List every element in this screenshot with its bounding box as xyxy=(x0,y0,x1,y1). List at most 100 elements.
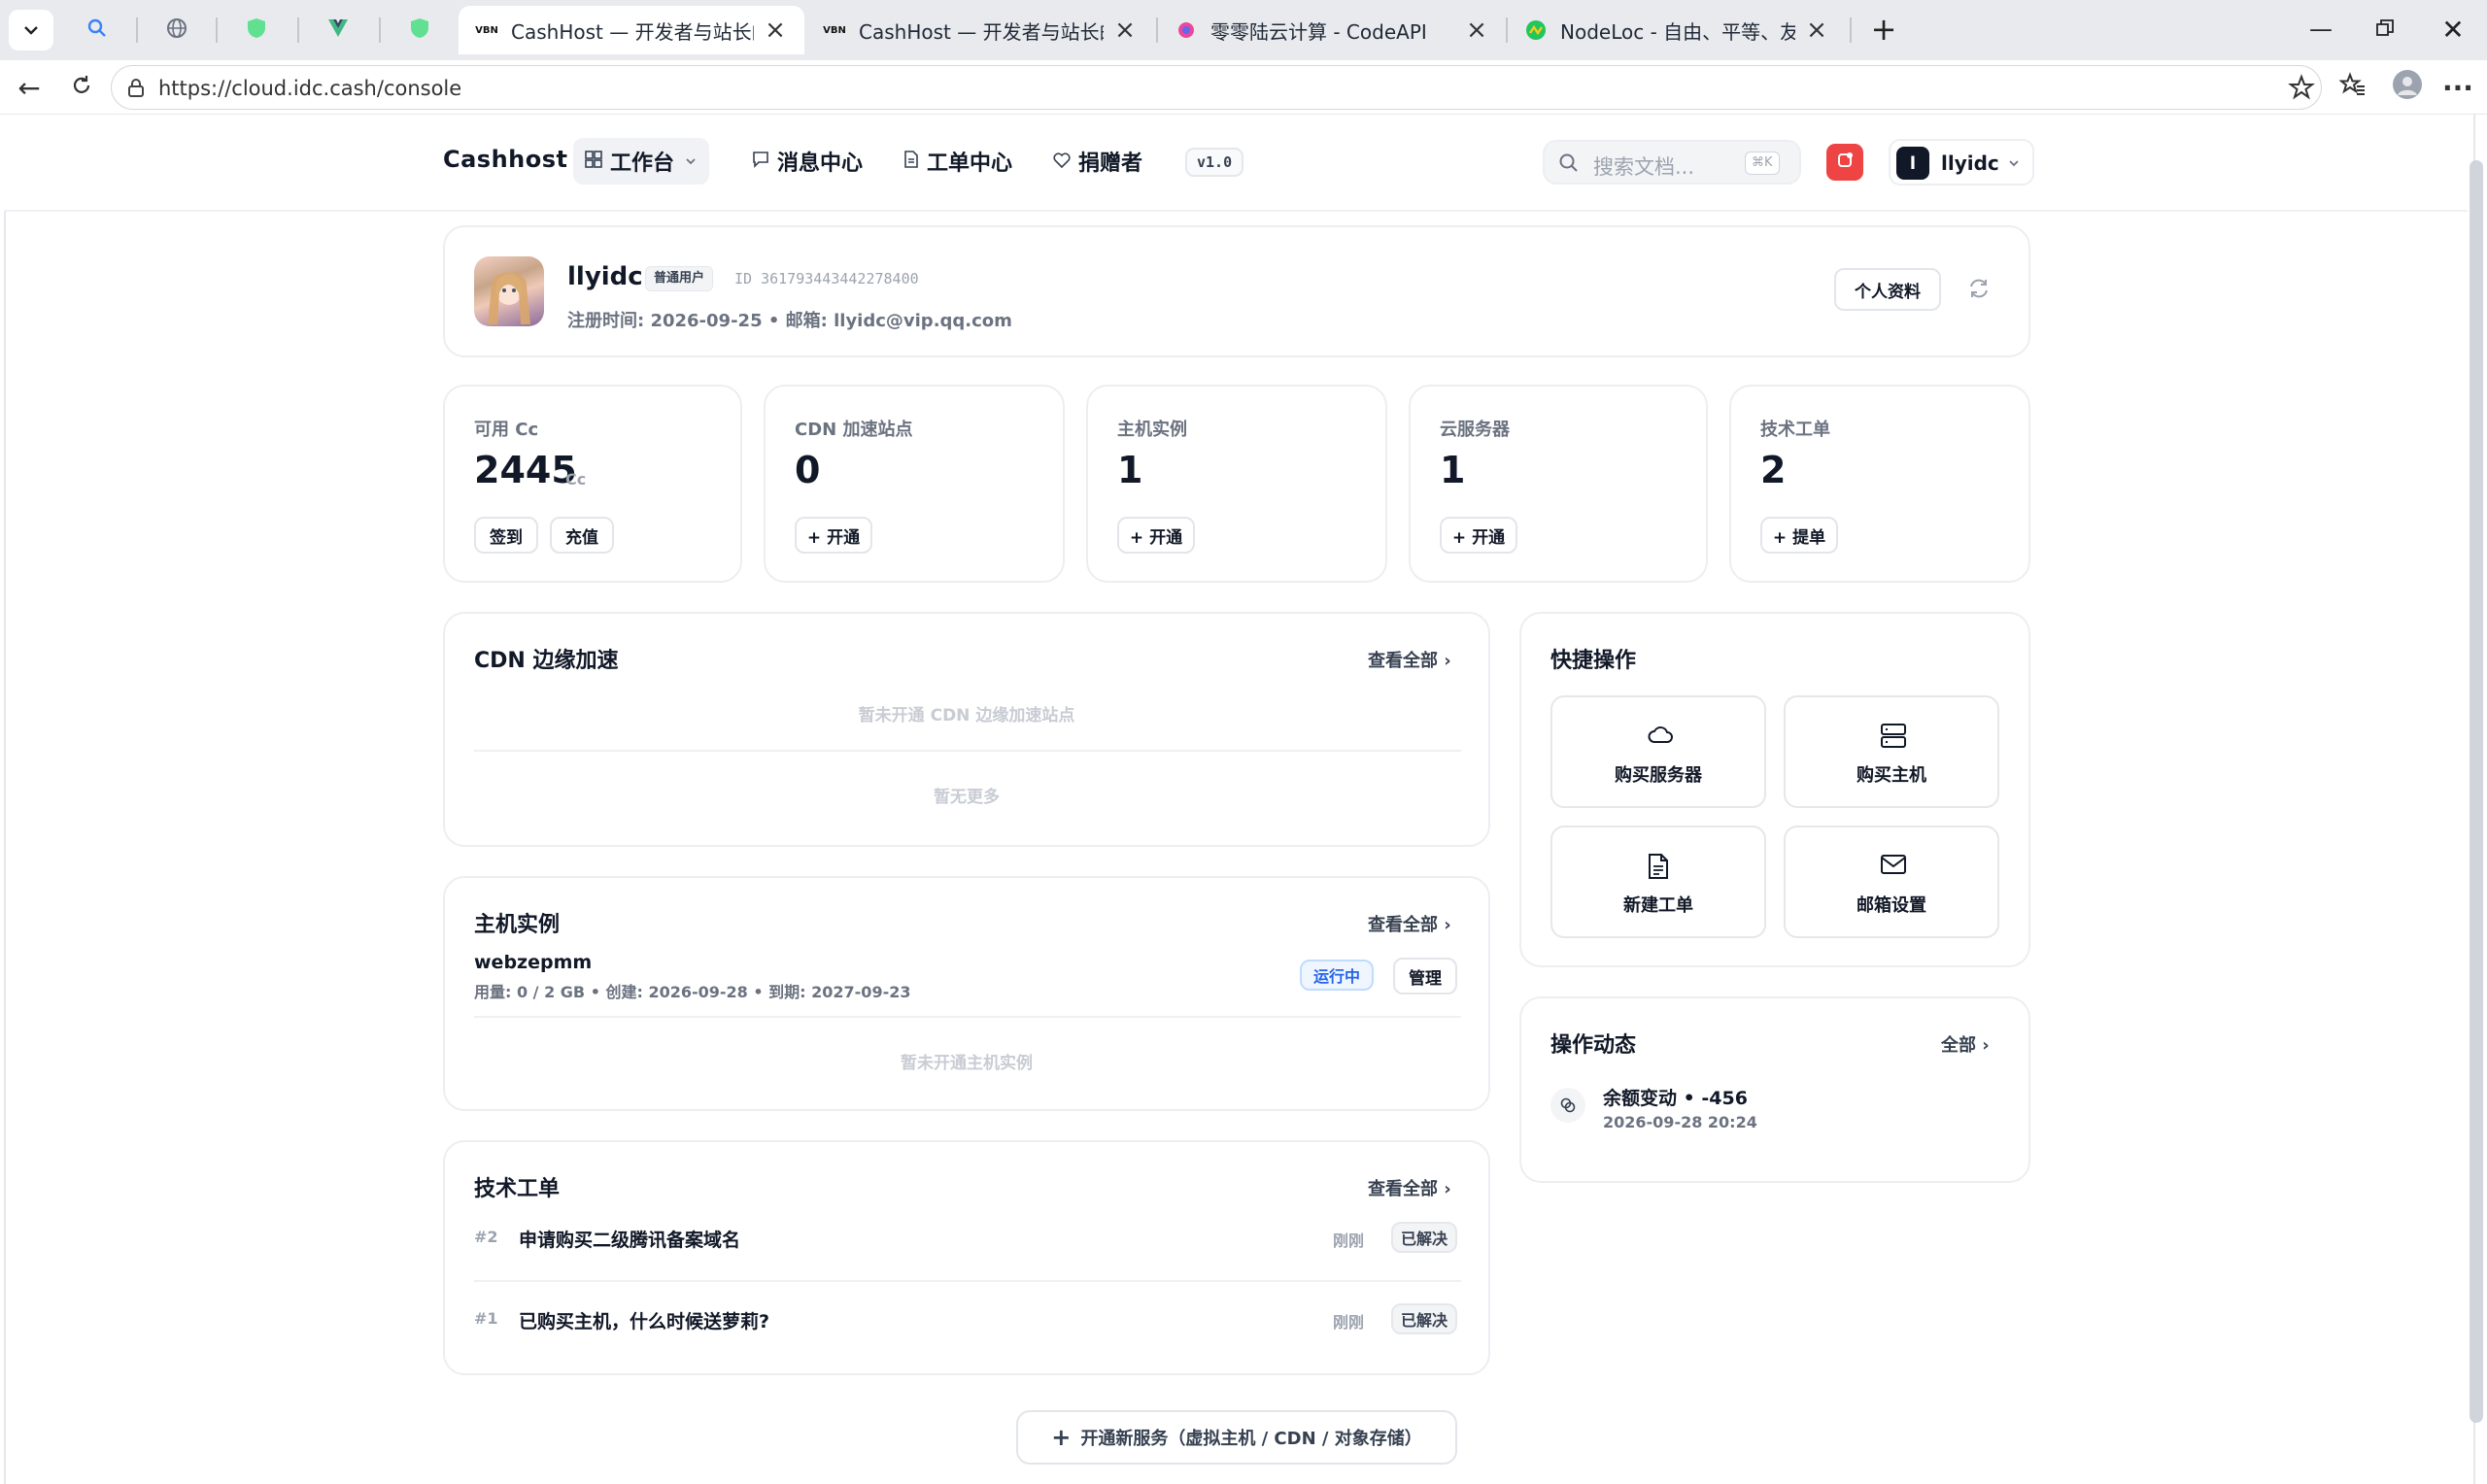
pinned-tab-globe[interactable] xyxy=(146,8,208,52)
stat-unit: Cc xyxy=(565,470,587,489)
new-tab-button[interactable]: + xyxy=(1850,0,1918,58)
ticket-number: #2 xyxy=(474,1228,498,1246)
scrollbar-thumb[interactable] xyxy=(2470,160,2483,1423)
close-icon: ✕ xyxy=(2441,13,2465,46)
open-new-service-label: 开通新服务（虚拟主机 / CDN / 对象存储） xyxy=(1080,1429,1422,1449)
open-cdn-button[interactable]: + 开通 xyxy=(795,517,872,554)
ticket-time: 刚刚 xyxy=(1333,1313,1365,1332)
tab-nodeloc[interactable]: NodeLoc - 自由、平等、友好、开放 × xyxy=(1508,6,1846,54)
search-input[interactable]: 搜索文档... ⌘K xyxy=(1543,140,1801,185)
status-badge: 已解决 xyxy=(1391,1303,1457,1334)
nav-tickets[interactable]: 工单中心 xyxy=(892,138,1024,185)
profile-name: llyidc xyxy=(567,262,643,291)
stat-label: CDN 加速站点 xyxy=(795,420,913,440)
pinned-tab-shield[interactable] xyxy=(225,8,288,52)
open-host-button[interactable]: + 开通 xyxy=(1117,517,1195,554)
stat-value: 2 xyxy=(1760,449,1787,491)
favorites-icon xyxy=(2338,71,2367,105)
stat-card-hosts: 主机实例 1 + 开通 xyxy=(1086,385,1387,583)
view-all-link[interactable]: 查看全部 › xyxy=(1368,647,1451,672)
open-server-button[interactable]: + 开通 xyxy=(1440,517,1517,554)
manage-button[interactable]: 管理 xyxy=(1393,958,1457,995)
host-name[interactable]: webzepmm xyxy=(474,952,592,973)
plus-icon: + xyxy=(1870,11,1897,48)
nav-workspace-label: 工作台 xyxy=(610,152,675,176)
browser-toolbar: ← https://cloud.idc.cash/console ··· xyxy=(0,60,2487,115)
close-icon[interactable]: × xyxy=(1113,16,1137,45)
tab-actions-button[interactable] xyxy=(0,8,62,52)
more-button[interactable]: ··· xyxy=(2436,66,2479,109)
address-bar[interactable]: https://cloud.idc.cash/console xyxy=(111,65,2322,110)
user-menu[interactable]: l llyidc xyxy=(1889,139,2034,186)
close-icon[interactable]: × xyxy=(1465,16,1488,45)
tab-codeapi[interactable]: 零零陆云计算 - CodeAPI × xyxy=(1158,6,1506,54)
refresh-icon[interactable] xyxy=(1966,276,1992,305)
avatar-icon xyxy=(2392,69,2423,107)
vue-logo-icon xyxy=(326,17,350,43)
view-all-link[interactable]: 全部 › xyxy=(1941,1031,1990,1057)
qa-label: 新建工单 xyxy=(1623,895,1693,916)
status-badge: 已解决 xyxy=(1391,1222,1457,1253)
site-header: Cashhost 工作台 消息中心 工单中心 捐赠者 v1.0 搜索文档... … xyxy=(4,115,2468,212)
profile-button[interactable] xyxy=(2386,66,2429,109)
favorites-button[interactable] xyxy=(2332,66,2374,109)
url-text: https://cloud.idc.cash/console xyxy=(158,77,462,100)
profile-button[interactable]: 个人资料 xyxy=(1834,268,1941,311)
recharge-button[interactable]: 充值 xyxy=(550,517,614,554)
back-button[interactable]: ← xyxy=(8,66,51,109)
close-icon[interactable]: × xyxy=(764,16,787,45)
checkin-button[interactable]: 签到 xyxy=(474,517,538,554)
chevron-down-icon xyxy=(684,150,698,174)
chevron-down-icon xyxy=(9,10,53,51)
ticket-title[interactable]: 申请购买二级腾讯备案域名 xyxy=(519,1226,740,1252)
stat-card-servers: 云服务器 1 + 开通 xyxy=(1409,385,1708,583)
new-ticket-button[interactable]: 新建工单 xyxy=(1550,826,1766,938)
chevron-right-icon: › xyxy=(1444,1179,1451,1199)
stat-label: 云服务器 xyxy=(1440,420,1510,440)
submit-ticket-button[interactable]: + 提单 xyxy=(1760,517,1838,554)
buy-server-button[interactable]: 购买服务器 xyxy=(1550,695,1766,808)
mail-settings-button[interactable]: 邮箱设置 xyxy=(1784,826,1999,938)
minimize-button[interactable]: — xyxy=(2287,0,2355,58)
divider xyxy=(474,750,1461,752)
pinned-tab-search[interactable] xyxy=(66,8,128,52)
stat-value: 0 xyxy=(795,449,821,491)
ticket-title[interactable]: 已购买主机，什么时候送萝莉? xyxy=(519,1307,769,1333)
view-all-label: 全部 xyxy=(1941,1035,1976,1056)
view-all-link[interactable]: 查看全部 › xyxy=(1368,911,1451,936)
close-window-button[interactable]: ✕ xyxy=(2419,0,2487,58)
qa-label: 购买主机 xyxy=(1857,765,1926,786)
tab-cashhost-active[interactable]: VBN CashHost — 开发者与站长的云托管 × xyxy=(459,6,804,54)
view-all-link[interactable]: 查看全部 › xyxy=(1368,1175,1451,1200)
site-info-icon[interactable] xyxy=(125,77,147,102)
star-icon[interactable] xyxy=(2288,74,2315,105)
cdn-card: CDN 边缘加速 查看全部 › 暂未开通 CDN 边缘加速站点 暂无更多 xyxy=(443,612,1490,847)
stat-label: 技术工单 xyxy=(1760,420,1830,440)
chevron-right-icon: › xyxy=(1444,651,1451,671)
brand-logo[interactable]: Cashhost xyxy=(443,146,568,173)
section-title: 操作动态 xyxy=(1550,1033,1637,1058)
pinned-tab-vue[interactable] xyxy=(307,8,369,52)
nav-messages[interactable]: 消息中心 xyxy=(740,138,874,185)
nav-donors-label: 捐赠者 xyxy=(1078,152,1143,176)
scrollbar[interactable] xyxy=(2468,131,2485,1481)
notification-button[interactable] xyxy=(1826,144,1863,181)
divider xyxy=(474,1016,1461,1018)
open-new-service-button[interactable]: + 开通新服务（虚拟主机 / CDN / 对象存储） xyxy=(1016,1410,1457,1465)
buy-host-button[interactable]: 购买主机 xyxy=(1784,695,1999,808)
status-badge: 运行中 xyxy=(1300,960,1374,991)
reload-button[interactable] xyxy=(60,66,103,109)
plus-icon: + xyxy=(1051,1424,1072,1451)
close-icon[interactable]: × xyxy=(1805,16,1828,45)
pinned-tab-shield-2[interactable] xyxy=(389,8,451,52)
nav-workspace[interactable]: 工作台 xyxy=(573,138,710,185)
tab-cashhost-2[interactable]: VBN CashHost — 开发者与站长的云托管 × xyxy=(806,6,1154,54)
restore-button[interactable] xyxy=(2351,0,2419,58)
nav-donors[interactable]: 捐赠者 xyxy=(1041,138,1154,185)
stat-card-tickets: 技术工单 2 + 提单 xyxy=(1729,385,2030,583)
chevron-right-icon: › xyxy=(1444,915,1451,935)
coin-icon xyxy=(1550,1088,1585,1123)
more-icon: ··· xyxy=(2442,71,2473,104)
arrow-left-icon: ← xyxy=(17,71,41,104)
stat-value: 2445 xyxy=(474,449,577,491)
